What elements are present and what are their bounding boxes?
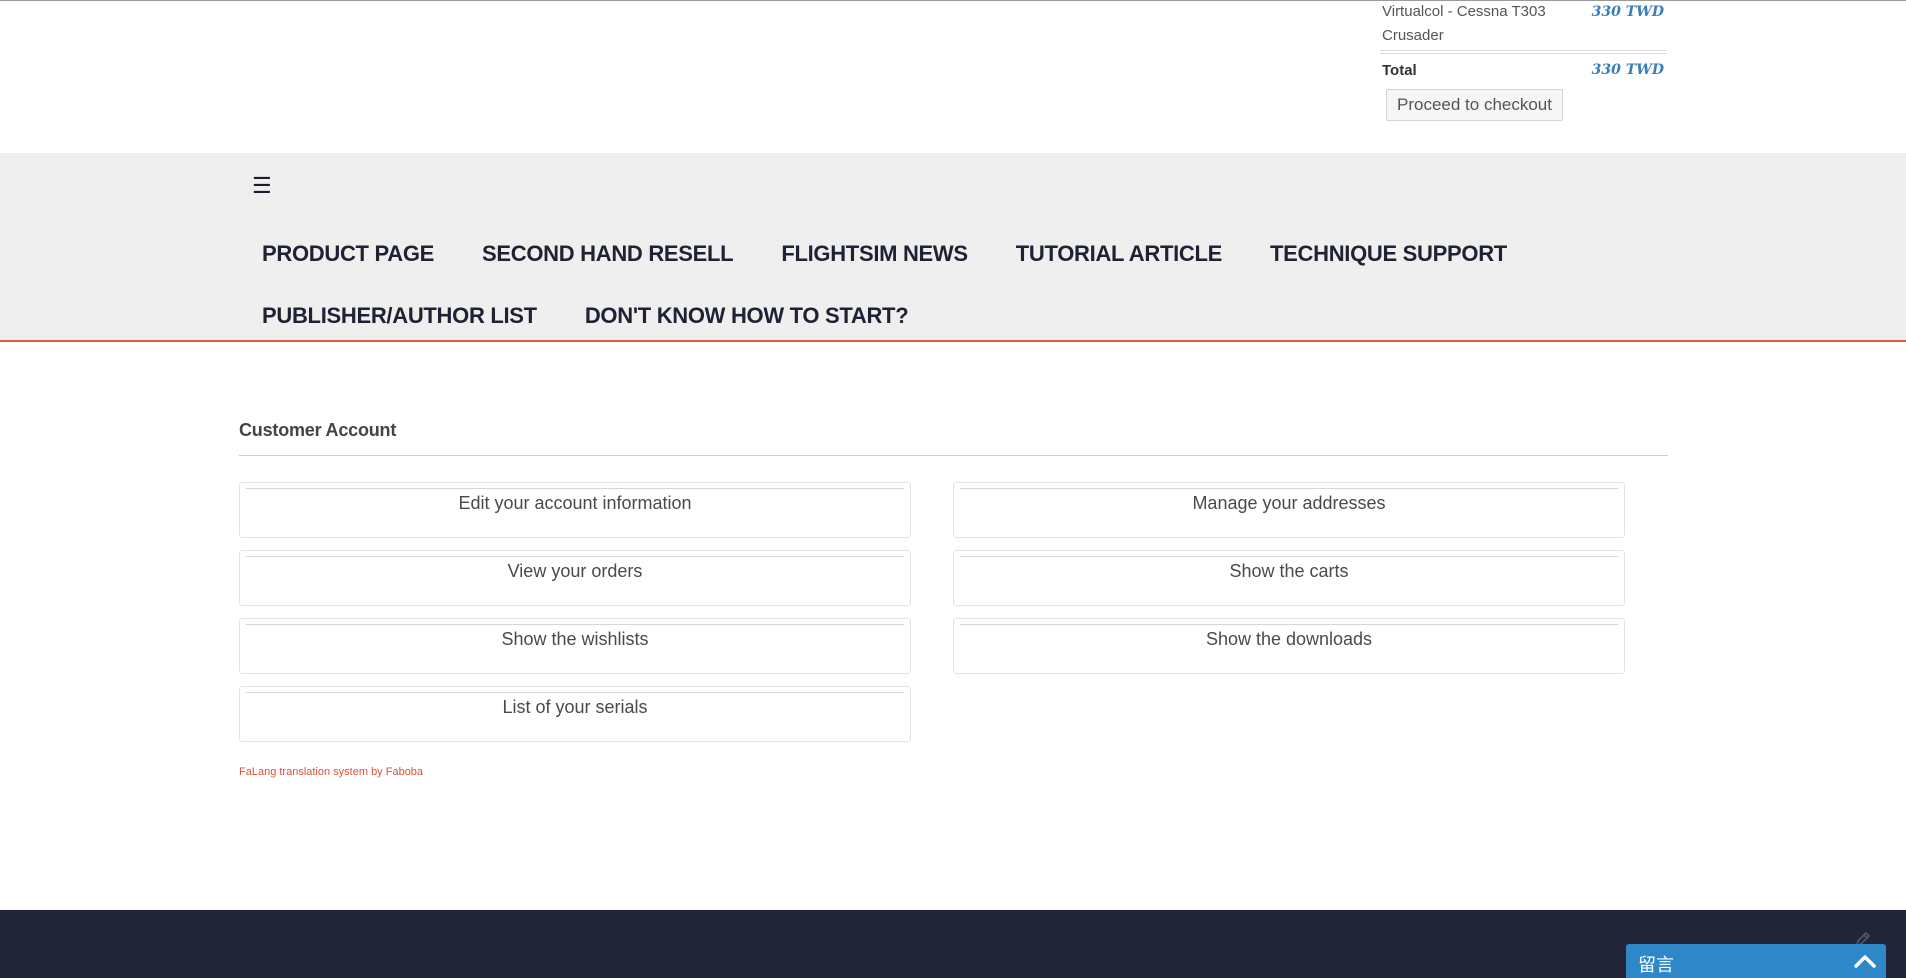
nav-item-publisher-author-list[interactable]: PUBLISHER/AUTHOR LIST	[240, 285, 559, 347]
tile-divider	[960, 624, 1618, 625]
view-orders-link[interactable]: View your orders	[239, 550, 911, 606]
tile-divider	[960, 556, 1618, 557]
tile-label: Show the carts	[1229, 561, 1349, 581]
nav-item-tutorial-article[interactable]: TUTORIAL ARTICLE	[994, 223, 1244, 285]
chevron-up-icon[interactable]	[1852, 948, 1878, 974]
tile-label: View your orders	[507, 561, 643, 581]
account-links-grid: Edit your account information Manage you…	[239, 482, 1668, 742]
nav-menu: PRODUCT PAGE SECOND HAND RESELL FLIGHTSIM …	[240, 223, 1680, 347]
tile-divider	[246, 488, 904, 489]
cart-total-price: 330 TWD	[1591, 62, 1664, 78]
falang-credit-link[interactable]: FaLang translation system by Faboba	[239, 766, 423, 778]
chat-label: 留言	[1638, 955, 1674, 976]
nav-item-flightsim-news[interactable]: FLIGHTSIM NEWS	[759, 223, 989, 285]
proceed-to-checkout-button[interactable]: Proceed to checkout	[1386, 89, 1563, 121]
tile-divider	[246, 556, 904, 557]
account-content: Customer Account Edit your account infor…	[239, 420, 1668, 778]
tile-label: Edit your account information	[458, 493, 692, 513]
nav-item-dont-know-how-to-start[interactable]: DON'T KNOW HOW TO START?	[563, 285, 931, 347]
show-wishlists-link[interactable]: Show the wishlists	[239, 618, 911, 674]
show-downloads-link[interactable]: Show the downloads	[953, 618, 1625, 674]
chat-widget[interactable]: 留言	[1626, 944, 1886, 978]
main-navigation: ☰ PRODUCT PAGE SECOND HAND RESELL FLIGHTSI…	[0, 153, 1906, 342]
nav-item-technique-support[interactable]: TECHNIQUE SUPPORT	[1248, 223, 1529, 285]
cart-item-price: 330 TWD	[1591, 4, 1664, 20]
cart-total-row: Total 330 TWD	[1380, 58, 1666, 84]
tile-label: Manage your addresses	[1192, 493, 1386, 513]
mini-cart: Virtualcol - Cessna T303 Crusader 330 TW…	[1380, 0, 1666, 121]
list-serials-link[interactable]: List of your serials	[239, 686, 911, 742]
tile-divider	[246, 692, 904, 693]
page-footer	[0, 910, 1906, 978]
cart-item-name[interactable]: Virtualcol - Cessna T303 Crusader	[1382, 0, 1582, 48]
cart-separator	[1380, 50, 1666, 54]
nav-item-second-hand-resell[interactable]: SECOND HAND RESELL	[460, 223, 755, 285]
tile-label: Show the downloads	[1205, 629, 1373, 649]
hamburger-icon[interactable]: ☰	[252, 173, 272, 199]
cart-item-row: Virtualcol - Cessna T303 Crusader 330 TW…	[1380, 0, 1666, 48]
nav-item-product-page[interactable]: PRODUCT PAGE	[240, 223, 456, 285]
tile-label: List of your serials	[502, 697, 648, 717]
edit-account-link[interactable]: Edit your account information	[239, 482, 911, 538]
tile-divider	[246, 624, 904, 625]
show-carts-link[interactable]: Show the carts	[953, 550, 1625, 606]
cart-total-label: Total	[1382, 62, 1417, 79]
tile-label: Show the wishlists	[501, 629, 649, 649]
manage-addresses-link[interactable]: Manage your addresses	[953, 482, 1625, 538]
tile-divider	[960, 488, 1618, 489]
page-title: Customer Account	[239, 420, 1668, 456]
